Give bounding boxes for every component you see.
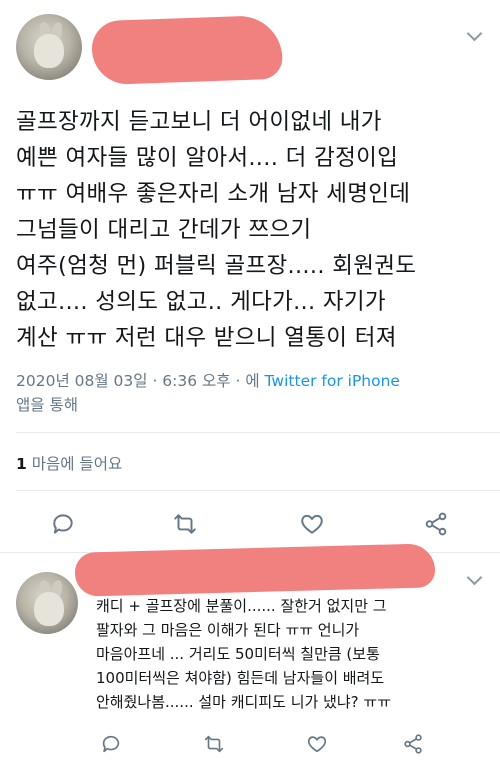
- avatar[interactable]: [16, 14, 82, 80]
- tweet-text-line: ㅠㅠ 여배우 좋은자리 소개 남자 세명인데: [16, 181, 411, 207]
- reply-text-line: 마음아프네 ... 거리도 50미터씩 칠만큼 (보통: [96, 645, 380, 663]
- reply-text: 캐디 + 골프장에 분풀이...... 잘한거 없지만 그 팔자와 그 마음은 …: [96, 594, 496, 714]
- reply-icon[interactable]: [50, 511, 76, 537]
- share-icon[interactable]: [423, 511, 449, 537]
- avatar-head: [34, 592, 64, 626]
- reply-avatar[interactable]: [16, 572, 78, 634]
- retweet-icon[interactable]: [172, 511, 198, 537]
- share-icon[interactable]: [402, 733, 424, 755]
- tweet-text-line: 여주(엄청 먼) 퍼블릭 골프장..... 회원권도: [16, 253, 417, 279]
- heart-icon[interactable]: [306, 733, 328, 755]
- avatar-head: [34, 34, 64, 68]
- tweet-text: 골프장까지 듣고보니 더 어이없네 내가 예쁜 여자들 많이 알아서.... 더…: [16, 104, 491, 356]
- chevron-down-icon[interactable]: [466, 25, 483, 42]
- divider: [16, 490, 500, 491]
- tweet-text-line: 계산 ㅠㅠ 저런 대우 받으니 열통이 터져: [16, 325, 397, 351]
- reply-icon[interactable]: [100, 733, 122, 755]
- reply-text-line: 안해줬나봄...... 설마 캐디피도 니가 냈냐? ㅠㅠ: [96, 693, 392, 711]
- reply-text-line: 캐디 + 골프장에 분풀이...... 잘한거 없지만 그: [96, 597, 387, 615]
- divider: [16, 432, 500, 433]
- redacted-username: [90, 14, 284, 86]
- heart-icon[interactable]: [299, 511, 325, 537]
- tweet-text-line: 골프장까지 듣고보니 더 어이없네 내가: [16, 109, 382, 135]
- tweet-text-line: 그넘들이 대리고 간데가 쯔으기: [16, 217, 312, 243]
- reply-text-line: 100미터씩은 쳐야함) 힘든데 남자들이 배려도: [96, 669, 385, 687]
- tweet-via: 앱을 통해: [16, 396, 78, 414]
- timestamp[interactable]: 2020년 08월 03일 · 6:36 오후 · 에: [16, 372, 265, 390]
- source-link[interactable]: Twitter for iPhone: [265, 372, 400, 390]
- reply-text-line: 팔자와 그 마음은 이해가 된다 ㅠㅠ 언니가: [96, 621, 360, 639]
- likes-stat[interactable]: 1 마음에 들어요: [16, 452, 122, 474]
- redacted-reply-username: [74, 543, 436, 597]
- likes-label: 마음에 들어요: [26, 455, 123, 473]
- chevron-down-icon[interactable]: [466, 569, 483, 586]
- tweet-text-line: 예쁜 여자들 많이 알아서.... 더 감정이입: [16, 145, 399, 171]
- tweet-text-line: 없고.... 성의도 없고.. 게다가... 자기가: [16, 289, 386, 315]
- tweet-meta: 2020년 08월 03일 · 6:36 오후 · 에 Twitter for …: [16, 370, 400, 392]
- likes-count: 1: [16, 455, 27, 473]
- retweet-icon[interactable]: [203, 733, 225, 755]
